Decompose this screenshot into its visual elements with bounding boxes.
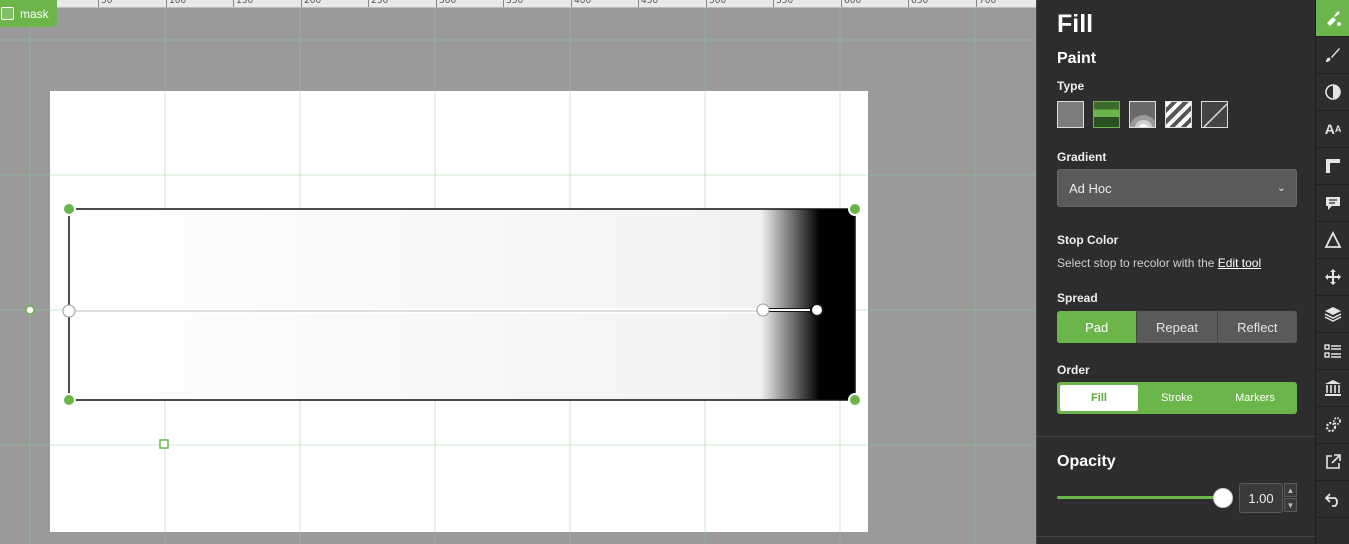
- comment-icon[interactable]: [1316, 185, 1349, 222]
- stop-color-hint: Select stop to recolor with the Edit too…: [1057, 256, 1261, 270]
- edit-tool-link[interactable]: Edit tool: [1218, 256, 1261, 270]
- layers-icon[interactable]: [1316, 296, 1349, 333]
- list-icon[interactable]: [1316, 333, 1349, 370]
- brush-icon[interactable]: [1316, 37, 1349, 74]
- rotate-handle[interactable]: [25, 305, 35, 315]
- gradient-select-value: Ad Hoc: [1069, 180, 1112, 196]
- stop-color-label: Stop Color: [1057, 233, 1119, 247]
- spread-segmented-control: Pad Repeat Reflect: [1057, 311, 1297, 343]
- gradient-rectangle[interactable]: [68, 208, 856, 401]
- stop-hint-text: Select stop to recolor with the: [1057, 256, 1215, 270]
- anchor-handle[interactable]: [159, 439, 169, 449]
- gradient-stop-start[interactable]: [62, 304, 76, 318]
- order-markers-button[interactable]: Markers: [1216, 385, 1294, 411]
- resize-handle-bottom-right[interactable]: [848, 393, 862, 407]
- typography-icon[interactable]: AA: [1316, 111, 1349, 148]
- export-icon[interactable]: [1316, 444, 1349, 481]
- opacity-input[interactable]: 1.00: [1239, 483, 1283, 513]
- pattern-icon[interactable]: [1165, 101, 1192, 128]
- order-label: Order: [1057, 363, 1090, 377]
- panel-title: Fill: [1057, 10, 1094, 38]
- spread-reflect-button[interactable]: Reflect: [1218, 311, 1297, 343]
- opacity-slider-track[interactable]: [1057, 496, 1223, 499]
- spread-repeat-button[interactable]: Repeat: [1137, 311, 1218, 343]
- move-icon[interactable]: [1316, 259, 1349, 296]
- mask-layer-chip[interactable]: mask: [0, 0, 57, 27]
- chevron-down-icon: ⌄: [1276, 182, 1286, 194]
- library-icon[interactable]: [1316, 370, 1349, 407]
- gradient-stop-end[interactable]: [810, 303, 824, 317]
- gradient-stop-mid[interactable]: [756, 303, 770, 317]
- opacity-slider-thumb[interactable]: [1213, 488, 1233, 508]
- order-stroke-button[interactable]: Stroke: [1138, 385, 1216, 411]
- tool-icon-sidebar: AA: [1315, 0, 1349, 544]
- order-segmented-control: Fill Stroke Markers: [1057, 382, 1297, 414]
- resize-handle-top-right[interactable]: [848, 202, 862, 216]
- opacity-section-title: Opacity: [1057, 453, 1116, 470]
- paint-section-title: Paint: [1057, 50, 1097, 67]
- section-divider: [1037, 536, 1316, 537]
- stepper-down-icon[interactable]: ▼: [1284, 498, 1297, 512]
- gradient-select[interactable]: Ad Hoc ⌄: [1057, 169, 1297, 207]
- section-divider: [1037, 436, 1316, 437]
- no-paint-icon[interactable]: [1201, 101, 1228, 128]
- order-fill-button[interactable]: Fill: [1060, 385, 1138, 411]
- stepper-up-icon[interactable]: ▲: [1284, 483, 1297, 497]
- type-label: Type: [1057, 79, 1085, 93]
- resize-handle-bottom-left[interactable]: [62, 393, 76, 407]
- contrast-icon[interactable]: [1316, 74, 1349, 111]
- paint-bucket-icon[interactable]: [1316, 0, 1349, 37]
- canvas-area[interactable]: 50 100 150 200 250 300 350 400 450 500 5…: [0, 0, 1036, 544]
- mask-chip-label: mask: [20, 6, 49, 21]
- settings-icon[interactable]: [1316, 407, 1349, 444]
- artboard[interactable]: [0, 0, 1036, 544]
- resize-handle-top-left[interactable]: [62, 202, 76, 216]
- undo-icon[interactable]: [1316, 481, 1349, 518]
- paint-type-selector: [1057, 101, 1228, 128]
- flat-color-icon[interactable]: [1057, 101, 1084, 128]
- spread-pad-button[interactable]: Pad: [1057, 311, 1138, 343]
- linear-gradient-icon[interactable]: [1093, 101, 1120, 128]
- spread-label: Spread: [1057, 291, 1098, 305]
- ruler-icon[interactable]: [1316, 148, 1349, 185]
- triangle-icon[interactable]: [1316, 222, 1349, 259]
- checkbox-icon[interactable]: [1, 7, 14, 20]
- fill-inspector-panel: Fill Paint Type Gradient Ad Hoc ⌄ Stop C…: [1036, 0, 1316, 544]
- radial-gradient-icon[interactable]: [1129, 101, 1156, 128]
- gradient-label: Gradient: [1057, 150, 1107, 164]
